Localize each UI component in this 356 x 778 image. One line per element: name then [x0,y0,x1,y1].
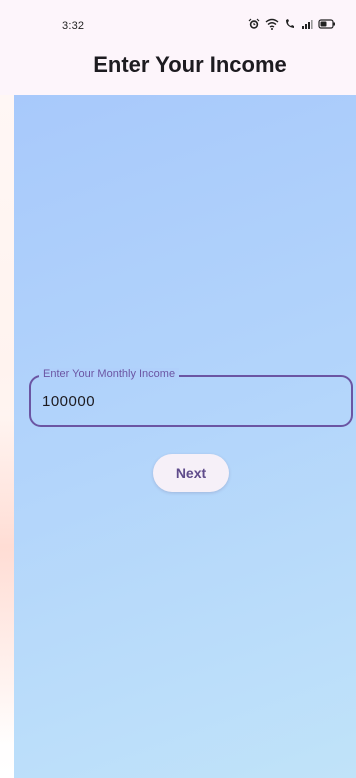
monthly-income-label: Enter Your Monthly Income [39,368,180,380]
monthly-income-input[interactable] [42,393,332,410]
wifi-icon [265,18,279,30]
alarm-icon [248,18,260,30]
monthly-income-field[interactable]: Enter Your Monthly Income [29,368,353,427]
left-edge-strip [0,95,14,778]
main-content: Enter Your Monthly Income Next [14,95,356,778]
call-signal-icon [284,18,296,30]
page-title: Enter Your Income [93,52,287,77]
battery-icon [318,18,336,30]
signal-bars-icon [301,18,313,30]
app-bar: 3:32 Enter Your Income [0,0,356,95]
next-button[interactable]: Next [153,454,229,492]
status-time: 3:32 [62,20,85,32]
status-icons [248,17,336,31]
